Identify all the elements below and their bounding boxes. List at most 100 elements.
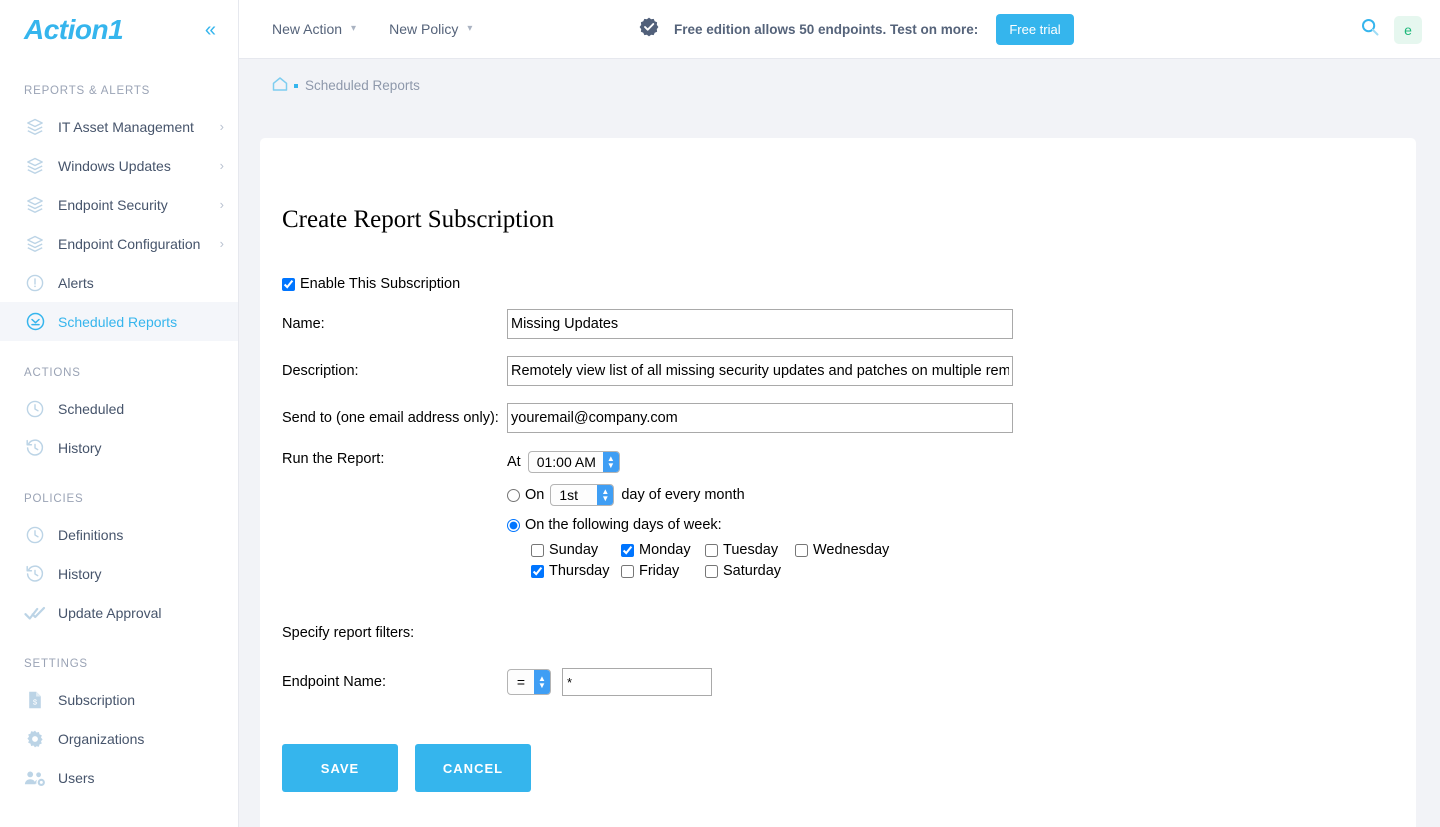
chevron-right-icon: › <box>219 158 224 173</box>
free-trial-button[interactable]: Free trial <box>996 14 1074 45</box>
run-time-row: At 01:00 AM ▲ ▼ <box>507 451 889 473</box>
weekday-thursday-checkbox[interactable] <box>531 564 544 578</box>
sidebar: Action1 « REPORTS & ALERTS IT Asset Manag… <box>0 0 239 827</box>
sidebar-item-label: Alerts <box>58 274 94 291</box>
new-policy-menu[interactable]: New Policy ▾ <box>389 21 472 37</box>
monthly-schedule-radio[interactable] <box>507 488 520 502</box>
endpoint-operator-select[interactable]: = ▲ ▼ <box>507 669 551 695</box>
sidebar-item-label: Endpoint Configuration <box>58 235 201 252</box>
sidebar-item-subscription[interactable]: $ Subscription <box>0 680 238 719</box>
weekday-wednesday-label[interactable]: Wednesday <box>813 542 889 558</box>
sidebar-item-users[interactable]: Users <box>0 758 238 797</box>
stepper-arrows-icon: ▲ ▼ <box>602 452 619 472</box>
enable-subscription-label[interactable]: Enable This Subscription <box>300 276 460 292</box>
sidebar-collapse-icon[interactable]: « <box>205 20 222 40</box>
sidebar-item-label: Windows Updates <box>58 157 171 174</box>
weekday-monday-label[interactable]: Monday <box>639 542 691 558</box>
top-bar: New Action ▾ New Policy ▾ Free edition a… <box>239 0 1440 59</box>
weekly-schedule-label[interactable]: On the following days of week: <box>525 517 722 533</box>
sidebar-item-scheduled-reports[interactable]: Scheduled Reports <box>0 302 238 341</box>
breadcrumb-separator <box>294 83 298 88</box>
report-subscription-form: Enable This Subscription Name: Descripti… <box>282 276 1416 792</box>
breadcrumb-current[interactable]: Scheduled Reports <box>305 78 420 93</box>
sidebar-item-label: Definitions <box>58 526 124 543</box>
sidebar-item-history[interactable]: History <box>0 554 238 593</box>
content-card: Create Report Subscription Enable This S… <box>260 138 1416 827</box>
layers-icon <box>24 194 46 216</box>
weekday-friday: Friday <box>621 563 705 579</box>
chevron-down-icon: ▾ <box>351 23 357 34</box>
send-to-input[interactable] <box>507 403 1013 433</box>
users-gear-icon <box>24 767 46 789</box>
sidebar-item-windows-updates[interactable]: Windows Updates › <box>0 146 238 185</box>
weekday-tuesday-checkbox[interactable] <box>705 543 718 557</box>
weekly-schedule-row: On the following days of week: <box>507 517 889 533</box>
sidebar-item-label: History <box>58 565 102 582</box>
sidebar-section-title: REPORTS & ALERTS <box>24 85 151 97</box>
sidebar-item-label: Endpoint Security <box>58 196 168 213</box>
sidebar-item-label: Scheduled Reports <box>58 313 178 330</box>
sidebar-item-history[interactable]: History <box>0 428 238 467</box>
form-actions: SAVE CANCEL <box>282 744 1416 792</box>
sidebar-item-label: Organizations <box>58 730 145 747</box>
name-input[interactable] <box>507 309 1013 339</box>
search-icon[interactable] <box>1360 17 1380 42</box>
sidebar-nav: REPORTS & ALERTS IT Asset Management › Wind… <box>0 85 238 797</box>
weekday-saturday-checkbox[interactable] <box>705 564 718 578</box>
run-report-row: Run the Report: At 01:00 AM ▲ ▼ On 1st ▲… <box>282 451 1416 579</box>
endpoint-name-filter-row: Endpoint Name: = ▲ ▼ <box>282 668 1416 696</box>
sidebar-item-scheduled[interactable]: Scheduled <box>0 389 238 428</box>
stepper-arrows-icon: ▲ ▼ <box>534 670 550 694</box>
sidebar-item-organizations[interactable]: Organizations <box>0 719 238 758</box>
top-bar-actions: e <box>1360 0 1422 59</box>
weekly-schedule-radio[interactable] <box>507 518 520 532</box>
monthly-schedule-label[interactable]: On <box>525 487 544 503</box>
save-button[interactable]: SAVE <box>282 744 398 792</box>
weekday-friday-label[interactable]: Friday <box>639 563 679 579</box>
report-filters-title: Specify report filters: <box>282 625 415 641</box>
sidebar-item-endpoint-security[interactable]: Endpoint Security › <box>0 185 238 224</box>
enable-subscription-row: Enable This Subscription <box>282 276 1416 292</box>
description-input[interactable] <box>507 356 1013 386</box>
enable-subscription-checkbox[interactable] <box>282 277 295 291</box>
cancel-button[interactable]: CANCEL <box>415 744 531 792</box>
sidebar-item-alerts[interactable]: Alerts <box>0 263 238 302</box>
sidebar-section-title: POLICIES <box>24 493 84 505</box>
new-action-label: New Action <box>272 21 343 37</box>
weekday-sunday-label[interactable]: Sunday <box>549 542 598 558</box>
trial-banner: Free edition allows 50 endpoints. Test o… <box>638 0 1074 59</box>
stepper-arrows-icon: ▲ ▼ <box>597 485 614 505</box>
chevron-right-icon: › <box>219 236 224 251</box>
home-icon[interactable] <box>272 76 288 95</box>
weekday-tuesday-label[interactable]: Tuesday <box>723 542 778 558</box>
weekday-friday-checkbox[interactable] <box>621 564 634 578</box>
weekday-tuesday: Tuesday <box>705 542 795 558</box>
shield-check-icon <box>638 16 660 43</box>
sidebar-item-definitions[interactable]: Definitions <box>0 515 238 554</box>
avatar[interactable]: e <box>1394 15 1422 44</box>
weekday-thursday-label[interactable]: Thursday <box>549 563 609 579</box>
sidebar-item-it-asset-management[interactable]: IT Asset Management › <box>0 107 238 146</box>
run-time-value: 01:00 AM <box>536 454 596 470</box>
double-check-icon <box>24 602 46 624</box>
weekday-sunday: Sunday <box>531 542 621 558</box>
monthly-day-select[interactable]: 1st ▲ ▼ <box>550 484 615 506</box>
weekday-wednesday-checkbox[interactable] <box>795 543 808 557</box>
run-time-select[interactable]: 01:00 AM ▲ ▼ <box>527 451 620 473</box>
sidebar-item-label: Update Approval <box>58 604 162 621</box>
weekday-saturday-label[interactable]: Saturday <box>723 563 781 579</box>
endpoint-name-label: Endpoint Name: <box>282 674 386 690</box>
send-to-row: Send to (one email address only): <box>282 403 1416 433</box>
endpoint-name-input[interactable] <box>562 668 712 696</box>
schedule-options: At 01:00 AM ▲ ▼ On 1st ▲ ▼ day of every … <box>507 451 889 579</box>
monthly-schedule-suffix: day of every month <box>621 487 745 503</box>
app-logo[interactable]: Action1 <box>24 14 205 46</box>
weekday-row-1: Sunday Monday Tuesday Wednesday <box>531 542 889 558</box>
weekday-monday-checkbox[interactable] <box>621 543 634 557</box>
name-label: Name: <box>282 316 325 332</box>
sidebar-item-label: History <box>58 439 102 456</box>
new-action-menu[interactable]: New Action ▾ <box>272 21 356 37</box>
sidebar-item-endpoint-configuration[interactable]: Endpoint Configuration › <box>0 224 238 263</box>
weekday-sunday-checkbox[interactable] <box>531 543 544 557</box>
sidebar-item-update-approval[interactable]: Update Approval <box>0 593 238 632</box>
